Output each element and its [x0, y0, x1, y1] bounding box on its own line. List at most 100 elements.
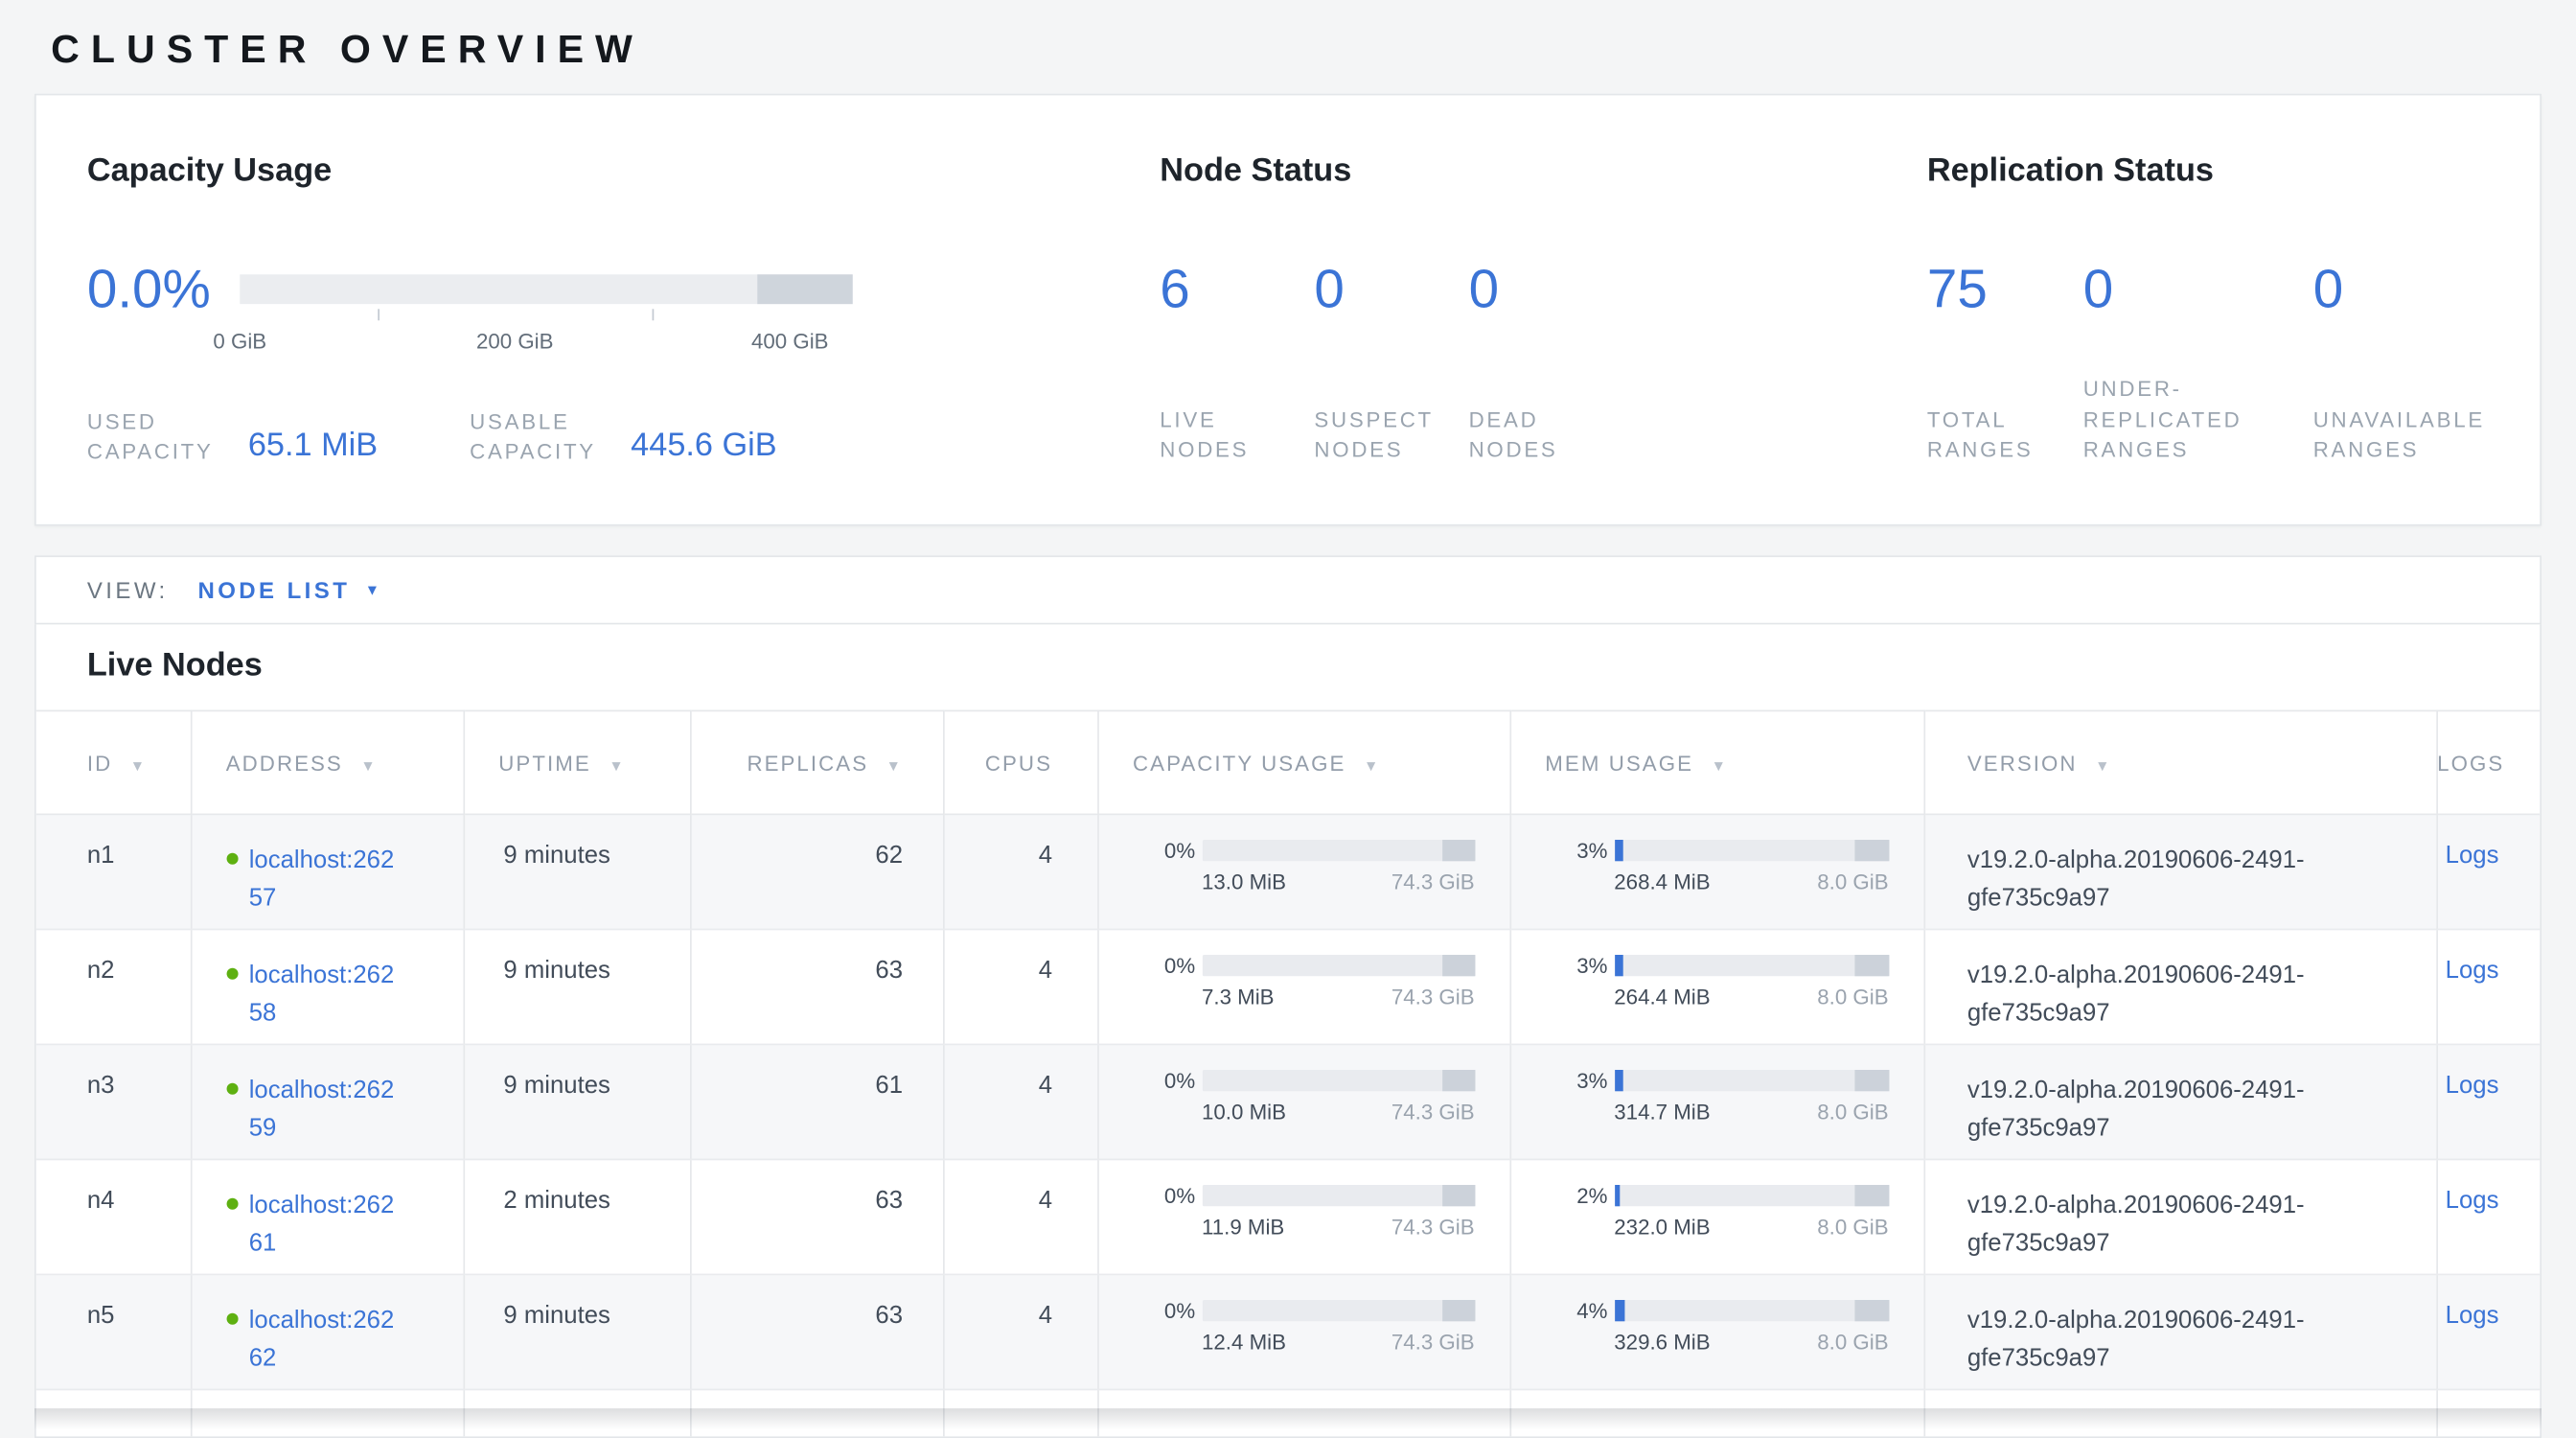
mem-percent-label: 3% [1545, 953, 1607, 978]
node-logs-cell: Logs [2436, 1159, 2540, 1274]
node-address-link[interactable]: localhost:26262 [249, 1302, 405, 1379]
capacity-usage-cell: 0% 11.9 MiB 74.3 GiB [1097, 1159, 1509, 1274]
sort-caret-icon: ▼ [360, 756, 377, 773]
node-address-cell: localhost:26257 [191, 814, 464, 929]
node-cpus-cell: 4 [943, 814, 1097, 929]
column-header-replicas[interactable]: REPLICAS ▼ [690, 710, 943, 814]
node-live-dot-icon [226, 1313, 238, 1325]
replication-status-section: Replication Status 75 TOTAL RANGES 0 UND… [1893, 95, 2540, 523]
capacity-percent-label: 0% [1133, 1183, 1195, 1208]
mem-total-value: 8.0 GiB [1817, 1330, 1888, 1355]
live-nodes-card: Live Nodes ID ▼ ADDRESS ▼ [34, 624, 2542, 1438]
node-address-link[interactable]: localhost:26258 [249, 957, 405, 1033]
logs-link[interactable]: Logs [2446, 842, 2499, 870]
mem-total-value: 8.0 GiB [1817, 870, 1888, 894]
mem-percent-label: 3% [1545, 838, 1607, 863]
node-logs-cell: Logs [2436, 814, 2540, 929]
mem-usage-bar [1614, 1300, 1888, 1321]
capacity-usage-bar [1202, 1300, 1475, 1321]
column-header-uptime[interactable]: UPTIME ▼ [463, 710, 690, 814]
view-dropdown[interactable]: NODE LIST ▼ [197, 577, 382, 603]
cluster-summary-card: Capacity Usage 0.0% 0 GiB 200 GiB 400 Gi… [34, 94, 2542, 526]
node-version-cell: v19.2.0-alpha.20190606-2491-gfe735c9a97 [1923, 1274, 2436, 1389]
node-uptime-cell: 9 minutes [463, 1274, 690, 1389]
table-row-partial [36, 1389, 2541, 1438]
live-nodes-section-title: Live Nodes [36, 624, 2541, 709]
node-cpus-cell: 4 [943, 1044, 1097, 1159]
logs-link[interactable]: Logs [2446, 1187, 2499, 1215]
mem-used-value: 232.0 MiB [1614, 1215, 1710, 1240]
mem-usage-cell: 2% 232.0 MiB 8.0 GiB [1509, 1159, 1923, 1274]
capacity-total-value: 74.3 GiB [1392, 1215, 1475, 1240]
used-capacity-stat: USED CAPACITY 65.1 MiB [87, 407, 378, 465]
column-header-id[interactable]: ID ▼ [36, 710, 191, 814]
node-id-cell: n3 [36, 1044, 191, 1159]
live-nodes-stat: 6 LIVE NODES [1160, 262, 1314, 466]
capacity-used-value: 11.9 MiB [1202, 1215, 1284, 1240]
mem-total-value: 8.0 GiB [1817, 1215, 1888, 1240]
column-header-cpus: CPUS [943, 710, 1097, 814]
capacity-total-value: 74.3 GiB [1392, 1100, 1475, 1125]
capacity-usage-cell: 0% 10.0 MiB 74.3 GiB [1097, 1044, 1509, 1159]
logs-link[interactable]: Logs [2446, 1302, 2499, 1330]
used-capacity-value: 65.1 MiB [248, 428, 378, 465]
mem-usage-cell: 3% 268.4 MiB 8.0 GiB [1509, 814, 1923, 929]
node-address-link[interactable]: localhost:26261 [249, 1187, 405, 1264]
node-replicas-cell: 61 [690, 1044, 943, 1159]
logs-link[interactable]: Logs [2446, 1072, 2499, 1100]
capacity-used-value: 13.0 MiB [1202, 870, 1286, 894]
capacity-usage-bar [1202, 1185, 1475, 1206]
mem-percent-label: 3% [1545, 1068, 1607, 1093]
table-row: n3 localhost:26259 9 minutes 61 4 0% [36, 1044, 2541, 1159]
capacity-usage-bar [1202, 1070, 1475, 1091]
capacity-bar-reserved-segment [757, 273, 853, 303]
node-status-section: Node Status 6 LIVE NODES 0 SUSPECT NODES… [1125, 95, 1893, 523]
column-header-mem-usage[interactable]: MEM USAGE ▼ [1509, 710, 1923, 814]
table-row: n1 localhost:26257 9 minutes 62 4 0% [36, 814, 2541, 929]
usable-capacity-value: 445.6 GiB [631, 428, 776, 465]
axis-label: 400 GiB [751, 328, 829, 353]
unavailable-ranges-stat: 0 UNAVAILABLE RANGES [2313, 262, 2527, 466]
node-address-link[interactable]: localhost:26259 [249, 1072, 405, 1148]
table-header-row: ID ▼ ADDRESS ▼ UPTIME ▼ REPLICAS ▼ [36, 710, 2541, 814]
mem-used-value: 329.6 MiB [1614, 1330, 1710, 1355]
under-replicated-ranges-value: 0 [2083, 262, 2313, 316]
axis-tick [653, 308, 655, 319]
capacity-percent-label: 0% [1133, 1068, 1195, 1093]
node-uptime-cell: 2 minutes [463, 1159, 690, 1274]
sort-caret-icon: ▼ [609, 756, 625, 773]
node-address-link[interactable]: localhost:26257 [249, 842, 405, 918]
table-row: n2 localhost:26258 9 minutes 63 4 0% [36, 929, 2541, 1044]
logs-link[interactable]: Logs [2446, 957, 2499, 985]
mem-usage-bar [1614, 955, 1888, 976]
node-cpus-cell: 4 [943, 1274, 1097, 1389]
usable-capacity-stat: USABLE CAPACITY 445.6 GiB [470, 407, 776, 465]
capacity-total-value: 74.3 GiB [1392, 1330, 1475, 1355]
node-replicas-cell: 63 [690, 929, 943, 1044]
mem-percent-label: 4% [1545, 1298, 1607, 1323]
node-replicas-cell: 62 [690, 814, 943, 929]
node-cpus-cell: 4 [943, 1159, 1097, 1274]
capacity-total-value: 74.3 GiB [1392, 870, 1475, 894]
capacity-percent-label: 0% [1133, 1298, 1195, 1323]
node-address-cell: localhost:26262 [191, 1274, 464, 1389]
sort-caret-icon: ▼ [2095, 756, 2111, 773]
node-uptime-cell: 9 minutes [463, 814, 690, 929]
table-row: n5 localhost:26262 9 minutes 63 4 0% [36, 1274, 2541, 1389]
column-header-address[interactable]: ADDRESS ▼ [191, 710, 464, 814]
table-row: n4 localhost:26261 2 minutes 63 4 0% [36, 1159, 2541, 1274]
node-uptime-cell: 9 minutes [463, 1044, 690, 1159]
chevron-down-icon: ▼ [365, 582, 383, 598]
sort-caret-icon: ▼ [886, 756, 903, 773]
node-version-cell: v19.2.0-alpha.20190606-2491-gfe735c9a97 [1923, 814, 2436, 929]
node-live-dot-icon [226, 1083, 238, 1095]
node-logs-cell: Logs [2436, 929, 2540, 1044]
column-header-capacity-usage[interactable]: CAPACITY USAGE ▼ [1097, 710, 1509, 814]
total-ranges-label: TOTAL RANGES [1927, 406, 2056, 465]
unavailable-ranges-label: UNAVAILABLE RANGES [2313, 406, 2442, 465]
sort-caret-icon: ▼ [1712, 756, 1728, 773]
sort-caret-icon: ▼ [130, 756, 147, 773]
column-header-version[interactable]: VERSION ▼ [1923, 710, 2436, 814]
node-live-dot-icon [226, 968, 238, 980]
node-id-cell: n1 [36, 814, 191, 929]
